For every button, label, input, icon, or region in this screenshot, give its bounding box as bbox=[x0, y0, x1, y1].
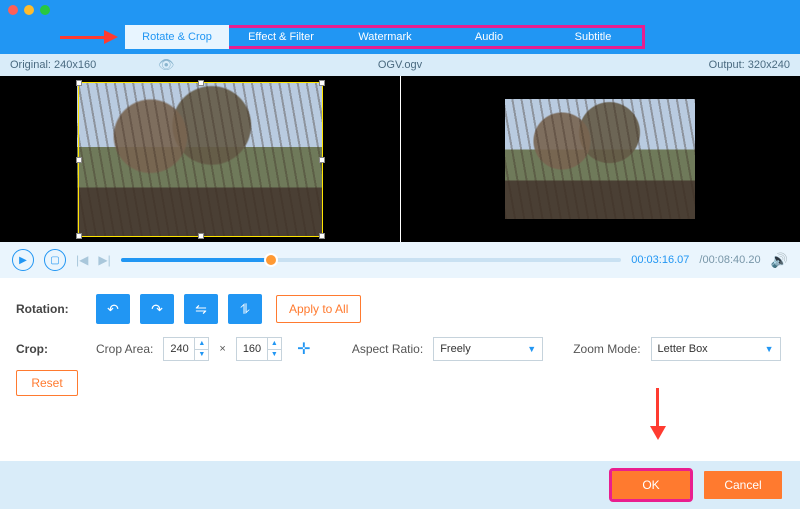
preview-output bbox=[401, 76, 800, 242]
ok-button[interactable]: OK bbox=[612, 471, 690, 499]
tab-effect-filter[interactable]: Effect & Filter bbox=[229, 25, 333, 49]
crop-width-value: 240 bbox=[170, 343, 188, 355]
controls-panel: Rotation: ↶ ↷ ⇋ ⥮ Apply to All Crop: Cro… bbox=[0, 278, 800, 396]
rotate-right-button[interactable]: ↷ bbox=[140, 294, 174, 324]
tab-rotate-crop[interactable]: Rotate & Crop bbox=[125, 25, 229, 49]
crop-handle-mr[interactable] bbox=[319, 157, 325, 163]
tab-watermark[interactable]: Watermark bbox=[333, 25, 437, 49]
prev-frame-button[interactable]: |◀ bbox=[76, 253, 88, 267]
volume-icon[interactable]: 🔊 bbox=[771, 252, 788, 269]
aspect-ratio-value: Freely bbox=[440, 343, 471, 355]
time-current: 00:03:16.07 bbox=[631, 254, 689, 266]
crop-handle-bm[interactable] bbox=[198, 233, 204, 239]
crop-center-button[interactable]: ✛ bbox=[292, 337, 316, 361]
chevron-down-icon: ▼ bbox=[527, 344, 536, 354]
seek-fill bbox=[121, 258, 271, 262]
crop-handle-tm[interactable] bbox=[198, 80, 204, 86]
titlebar bbox=[0, 0, 800, 20]
tab-label: Audio bbox=[475, 31, 503, 43]
crop-handle-tl[interactable] bbox=[76, 80, 82, 86]
stop-button[interactable]: ▢ bbox=[44, 249, 66, 271]
playback-bar: ▶ ▢ |◀ ▶| 00:03:16.07/00:08:40.20 🔊 bbox=[0, 242, 800, 278]
crop-height-value: 160 bbox=[243, 343, 261, 355]
close-window-button[interactable] bbox=[8, 5, 18, 15]
editor-tabbar: Rotate & Crop Effect & Filter Watermark … bbox=[0, 20, 800, 54]
crop-height-down[interactable]: ▼ bbox=[267, 350, 281, 361]
filename-label: OGV.ogv bbox=[0, 59, 800, 71]
original-size-label: Original: 240x160 bbox=[10, 59, 96, 71]
cancel-button[interactable]: Cancel bbox=[704, 471, 782, 499]
reset-label: Reset bbox=[31, 376, 62, 390]
zoom-mode-select[interactable]: Letter Box ▼ bbox=[651, 337, 781, 361]
tab-label: Subtitle bbox=[575, 31, 612, 43]
aspect-ratio-label: Aspect Ratio: bbox=[352, 342, 423, 356]
tab-label: Rotate & Crop bbox=[142, 31, 212, 43]
crop-height-input[interactable]: 160 ▲▼ bbox=[236, 337, 282, 361]
output-size-label: Output: 320x240 bbox=[709, 59, 790, 71]
crop-handle-tr[interactable] bbox=[319, 80, 325, 86]
rotation-label: Rotation: bbox=[16, 302, 86, 316]
crop-times: × bbox=[219, 343, 225, 355]
aspect-ratio-select[interactable]: Freely ▼ bbox=[433, 337, 543, 361]
apply-to-all-button[interactable]: Apply to All bbox=[276, 295, 361, 323]
next-frame-button[interactable]: ▶| bbox=[98, 253, 110, 267]
tab-label: Effect & Filter bbox=[248, 31, 314, 43]
apply-all-label: Apply to All bbox=[289, 302, 348, 316]
flip-horizontal-button[interactable]: ⇋ bbox=[184, 294, 218, 324]
flip-vertical-button[interactable]: ⥮ bbox=[228, 294, 262, 324]
tab-label: Watermark bbox=[358, 31, 411, 43]
seek-track[interactable] bbox=[121, 258, 622, 262]
minimize-window-button[interactable] bbox=[24, 5, 34, 15]
info-bar: Original: 240x160 👁 OGV.ogv Output: 320x… bbox=[0, 54, 800, 76]
output-frame bbox=[505, 99, 695, 219]
crop-height-up[interactable]: ▲ bbox=[267, 338, 281, 350]
crop-width-up[interactable]: ▲ bbox=[194, 338, 208, 350]
annotation-arrow-ok bbox=[650, 388, 666, 442]
cancel-label: Cancel bbox=[724, 478, 761, 492]
crop-handle-ml[interactable] bbox=[76, 157, 82, 163]
preview-row bbox=[0, 76, 800, 242]
crop-rectangle[interactable] bbox=[78, 82, 323, 237]
tab-subtitle[interactable]: Subtitle bbox=[541, 25, 645, 49]
time-duration: /00:08:40.20 bbox=[699, 254, 760, 266]
tab-audio[interactable]: Audio bbox=[437, 25, 541, 49]
play-button[interactable]: ▶ bbox=[12, 249, 34, 271]
crop-label: Crop: bbox=[16, 342, 86, 356]
footer: OK Cancel bbox=[0, 461, 800, 509]
reset-button[interactable]: Reset bbox=[16, 370, 78, 396]
zoom-mode-value: Letter Box bbox=[658, 343, 708, 355]
crop-width-down[interactable]: ▼ bbox=[194, 350, 208, 361]
zoom-mode-label: Zoom Mode: bbox=[573, 342, 640, 356]
crop-width-input[interactable]: 240 ▲▼ bbox=[163, 337, 209, 361]
crop-handle-bl[interactable] bbox=[76, 233, 82, 239]
maximize-window-button[interactable] bbox=[40, 5, 50, 15]
seek-knob[interactable] bbox=[264, 253, 278, 267]
annotation-arrow-tabs bbox=[60, 30, 120, 44]
chevron-down-icon: ▼ bbox=[765, 344, 774, 354]
crop-handle-br[interactable] bbox=[319, 233, 325, 239]
preview-toggle-icon[interactable]: 👁 bbox=[158, 57, 175, 73]
rotate-left-button[interactable]: ↶ bbox=[96, 294, 130, 324]
ok-label: OK bbox=[642, 478, 659, 492]
preview-source bbox=[0, 76, 400, 242]
crop-area-label: Crop Area: bbox=[96, 342, 153, 356]
